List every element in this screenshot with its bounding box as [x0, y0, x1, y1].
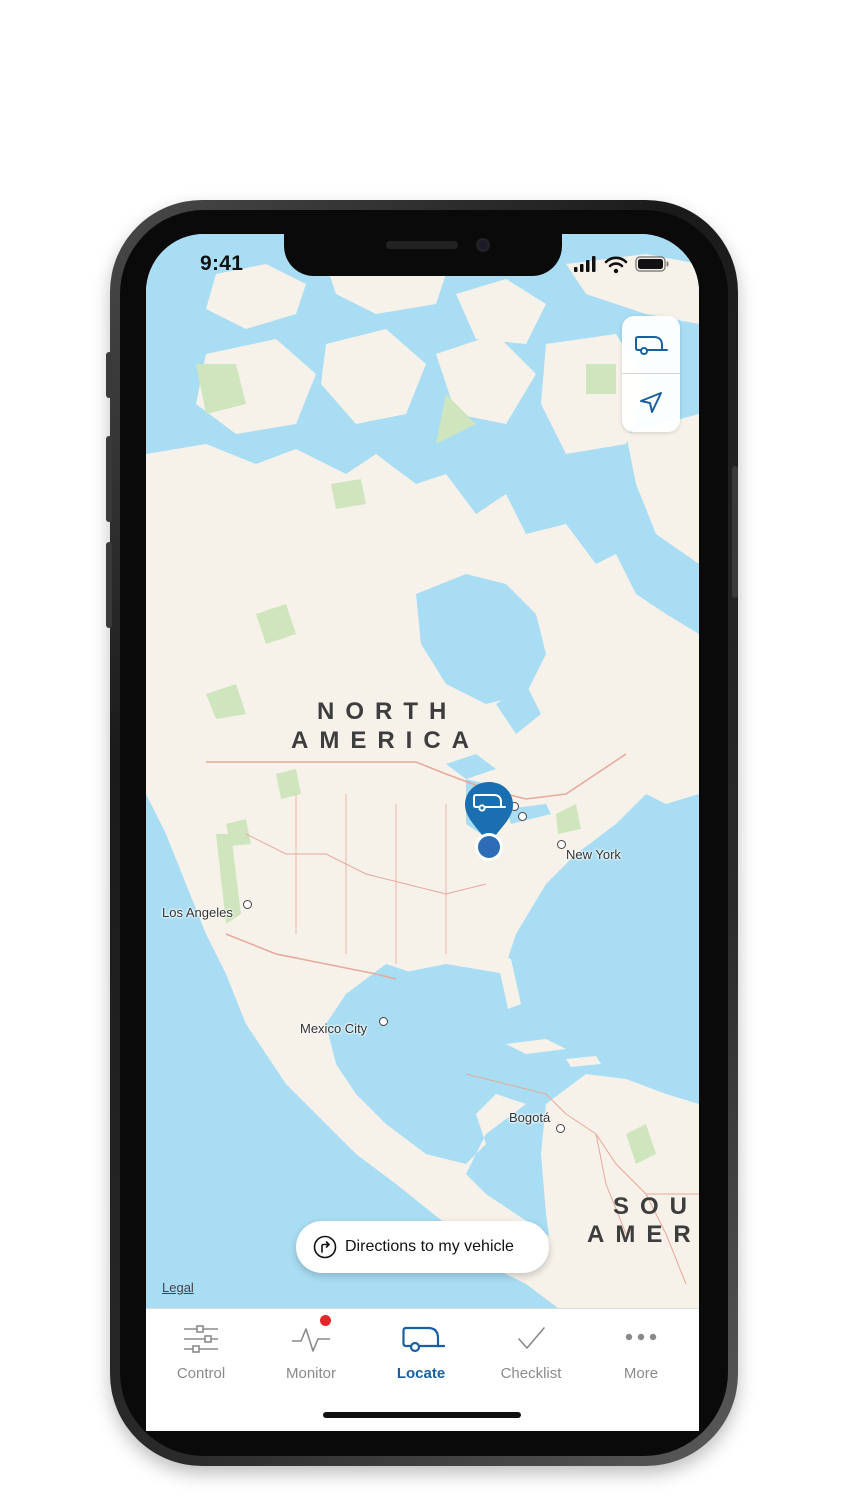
- tab-checklist[interactable]: Checklist: [476, 1309, 586, 1389]
- tab-label-more: More: [623, 1365, 659, 1382]
- current-location-button[interactable]: [622, 374, 680, 431]
- city-dot-toronto: [518, 812, 527, 821]
- city-label-new-york: New York: [566, 847, 621, 862]
- continent-label-north: NORTH: [317, 698, 458, 725]
- pulse-icon: [291, 1315, 331, 1355]
- status-time: 9:41: [200, 252, 244, 275]
- earpiece-speaker: [386, 241, 458, 249]
- continent-label-america: AMERICA: [291, 727, 480, 754]
- vehicle-location-pin[interactable]: [463, 780, 515, 866]
- map-controls: [622, 316, 680, 432]
- tab-label-control: Control: [176, 1365, 226, 1382]
- directions-label: Directions to my vehicle: [345, 1238, 514, 1255]
- tab-label-locate: Locate: [396, 1365, 446, 1382]
- continent-label-america-south: AMER: [587, 1221, 702, 1248]
- city-label-bogota: Bogotá: [509, 1110, 551, 1125]
- turn-right-icon: [313, 1235, 337, 1259]
- cellular-signal-icon: [574, 256, 596, 272]
- home-indicator[interactable]: [323, 1412, 521, 1418]
- tab-label-checklist: Checklist: [500, 1365, 562, 1382]
- trailer-pin-icon: [465, 782, 513, 861]
- volume-up-button: [106, 436, 112, 522]
- location-arrow-icon: [640, 391, 662, 413]
- stage: 9:41 NORTH AMERICA SOU AMER New York Los…: [0, 0, 844, 1500]
- sliders-icon: [181, 1323, 221, 1355]
- tab-locate[interactable]: Locate: [366, 1309, 476, 1389]
- city-label-los-angeles: Los Angeles: [162, 905, 233, 920]
- front-camera: [476, 238, 490, 252]
- city-dot-mexico-city: [379, 1017, 388, 1026]
- city-dot-los-angeles: [243, 900, 252, 909]
- status-icons: [572, 254, 672, 274]
- tab-label-monitor: Monitor: [285, 1365, 337, 1382]
- monitor-alert-badge: [320, 1315, 331, 1326]
- directions-button[interactable]: Directions to my vehicle: [296, 1221, 549, 1273]
- checkmark-icon: [511, 1323, 551, 1355]
- center-on-vehicle-button[interactable]: [622, 316, 680, 373]
- mute-switch: [106, 352, 112, 398]
- city-dot-bogota: [556, 1124, 565, 1133]
- trailer-icon: [635, 335, 668, 355]
- city-dot-new-york: [557, 840, 566, 849]
- battery-icon: [635, 256, 669, 272]
- power-button: [732, 466, 738, 598]
- trailer-icon: [401, 1323, 446, 1355]
- legal-link[interactable]: Legal: [162, 1280, 194, 1295]
- city-label-mexico-city: Mexico City: [300, 1021, 368, 1036]
- tab-more[interactable]: More: [586, 1309, 696, 1389]
- tab-monitor[interactable]: Monitor: [256, 1309, 366, 1389]
- continent-label-south: SOU: [613, 1193, 699, 1220]
- more-dots-icon: [621, 1323, 661, 1355]
- wifi-icon: [604, 256, 628, 274]
- tab-control[interactable]: Control: [146, 1309, 256, 1389]
- volume-down-button: [106, 542, 112, 628]
